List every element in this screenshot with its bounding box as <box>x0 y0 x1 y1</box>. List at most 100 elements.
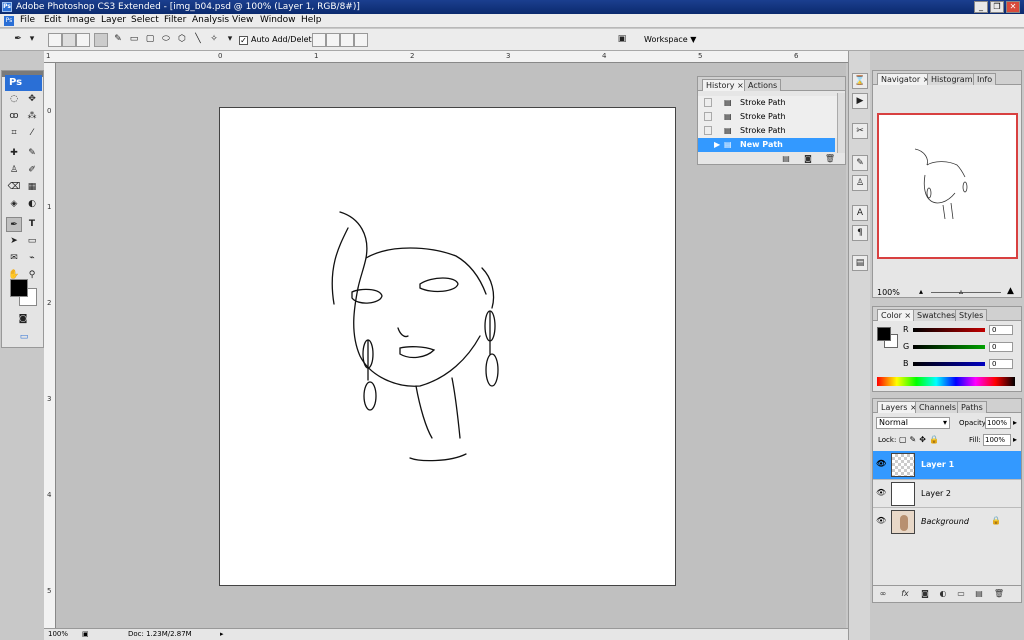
move-icon[interactable]: ✥ <box>24 92 40 107</box>
menu-filter[interactable]: Filter <box>164 15 186 25</box>
document-canvas[interactable] <box>219 107 676 586</box>
new-layer-icon[interactable]: ▤ <box>973 589 985 599</box>
blue-slider[interactable] <box>913 362 985 366</box>
snapshot-icon[interactable]: ◙ <box>802 154 814 164</box>
freeform-pen-icon[interactable]: ✎ <box>112 34 124 45</box>
navigator-zoom[interactable]: 100% <box>877 288 900 297</box>
tab-paths[interactable]: Paths <box>957 401 987 413</box>
tab-info[interactable]: Info <box>973 73 997 85</box>
history-source-box[interactable] <box>704 98 712 107</box>
status-menu-icon[interactable]: ▸ <box>220 629 224 640</box>
paragraph-icon[interactable]: ¶ <box>852 225 868 241</box>
history-item[interactable]: ▤ Stroke Path <box>698 124 845 138</box>
gradient-icon[interactable]: ▦ <box>24 180 40 195</box>
blend-mode-select[interactable]: Normal ▾ <box>876 417 950 429</box>
tab-history[interactable]: History × <box>702 79 748 91</box>
zoom-slider-thumb[interactable]: ▵ <box>959 287 963 296</box>
tab-color[interactable]: Color × <box>877 309 916 321</box>
blue-value[interactable]: 0 <box>989 359 1013 369</box>
tab-actions[interactable]: Actions <box>744 79 782 91</box>
layer-row[interactable]: 👁 Background 🔒 <box>873 507 1021 535</box>
menu-help[interactable]: Help <box>301 15 322 25</box>
trash-icon[interactable]: 🗑 <box>824 154 836 164</box>
history-brush-icon[interactable]: ✐ <box>24 163 40 178</box>
history-source-box[interactable] <box>704 112 712 121</box>
tab-styles[interactable]: Styles <box>955 309 988 321</box>
zoom-out-icon[interactable]: ▴ <box>919 287 923 296</box>
visibility-eye-icon[interactable]: 👁 <box>876 516 886 525</box>
tab-swatches[interactable]: Swatches <box>913 309 960 321</box>
paths-mode-button[interactable] <box>62 33 76 47</box>
delete-layer-icon[interactable]: 🗑 <box>993 589 1005 599</box>
tool-presets-icon[interactable]: ✂ <box>852 123 868 139</box>
clone-stamp-icon[interactable]: ♙ <box>6 163 22 178</box>
zoom-level[interactable]: 100% <box>48 629 68 640</box>
lasso-icon[interactable]: ꝏ <box>6 109 22 124</box>
layer-name[interactable]: Layer 2 <box>921 489 951 498</box>
clone-source-icon[interactable]: ♙ <box>852 175 868 191</box>
crop-icon[interactable]: ⌗ <box>6 126 22 141</box>
auto-add-delete-checkbox[interactable]: ✓ <box>239 36 248 45</box>
exclude-path-button[interactable] <box>354 33 368 47</box>
pen-tool-icon[interactable]: ✒ <box>12 34 24 45</box>
layer-mask-icon[interactable]: ◙ <box>919 589 931 599</box>
layer-comps-icon[interactable]: ▤ <box>852 255 868 271</box>
rectangle-icon[interactable]: ▭ <box>128 34 140 45</box>
new-document-icon[interactable]: ▤ <box>780 154 792 164</box>
tab-navigator[interactable]: Navigator × <box>877 73 934 85</box>
restore-button[interactable]: ❐ <box>990 1 1004 13</box>
custom-shape-icon[interactable]: ✧ <box>208 34 220 45</box>
line-icon[interactable]: ╲ <box>192 34 204 45</box>
history-item-selected[interactable]: ▶ ▤ New Path <box>698 138 835 152</box>
color-spectrum-bar[interactable] <box>877 377 1015 386</box>
zoom-slider[interactable] <box>931 292 1001 293</box>
quick-mask-icon[interactable]: ◙ <box>15 312 31 327</box>
adjustment-layer-icon[interactable]: ◐ <box>937 589 949 599</box>
history-item[interactable]: ▤ Stroke Path <box>698 110 845 124</box>
red-value[interactable]: 0 <box>989 325 1013 335</box>
red-slider[interactable] <box>913 328 985 332</box>
layer-style-icon[interactable]: fx <box>899 589 911 599</box>
shape-layers-button[interactable] <box>48 33 62 47</box>
type-icon[interactable]: T <box>24 217 40 232</box>
tab-channels[interactable]: Channels <box>915 401 961 413</box>
menu-window[interactable]: Window <box>260 15 296 25</box>
layer-row-selected[interactable]: 👁 Layer 1 <box>873 451 1021 479</box>
minimize-button[interactable]: _ <box>974 1 988 13</box>
new-group-icon[interactable]: ▭ <box>955 589 967 599</box>
eraser-icon[interactable]: ⌫ <box>6 180 22 195</box>
history-panel-icon[interactable]: ⌛ <box>852 73 868 89</box>
layer-name[interactable]: Layer 1 <box>921 460 954 469</box>
visibility-eye-icon[interactable]: 👁 <box>876 488 886 497</box>
close-button[interactable]: ✕ <box>1006 1 1020 13</box>
slice-icon[interactable]: ⁄ <box>24 126 40 141</box>
menu-select[interactable]: Select <box>131 15 159 25</box>
brushes-icon[interactable]: ✎ <box>852 155 868 171</box>
screen-mode-icon[interactable]: ▭ <box>13 330 35 345</box>
menu-layer[interactable]: Layer <box>101 15 126 25</box>
menu-analysis[interactable]: Analysis <box>192 15 229 25</box>
history-item[interactable]: ▤ Stroke Path <box>698 96 845 110</box>
geometry-options-icon[interactable]: ▾ <box>224 34 236 45</box>
shape-icon[interactable]: ▭ <box>24 234 40 249</box>
rounded-rectangle-icon[interactable]: ▢ <box>144 34 156 45</box>
polygon-icon[interactable]: ⬡ <box>176 34 188 45</box>
actions-panel-icon[interactable]: ▶ <box>852 93 868 109</box>
fill-field[interactable]: 100% <box>983 434 1011 446</box>
menu-view[interactable]: View <box>232 15 253 25</box>
history-scrollbar[interactable] <box>837 93 845 153</box>
ellipse-icon[interactable]: ⬭ <box>160 34 172 45</box>
link-layers-icon[interactable]: ∞ <box>877 589 889 599</box>
lock-options-icon[interactable]: ▢✎✥🔒 <box>899 435 942 444</box>
path-selection-icon[interactable]: ➤ <box>6 234 22 249</box>
dodge-icon[interactable]: ◐ <box>24 197 40 212</box>
layer-row[interactable]: 👁 Layer 2 <box>873 479 1021 507</box>
bridge-icon[interactable]: ▣ <box>614 34 630 45</box>
subtract-path-button[interactable] <box>326 33 340 47</box>
intersect-path-button[interactable] <box>340 33 354 47</box>
marquee-icon[interactable]: ◌ <box>6 92 22 107</box>
fill-pixels-button[interactable] <box>76 33 90 47</box>
brush-icon[interactable]: ✎ <box>24 146 40 161</box>
history-source-box[interactable] <box>704 126 712 135</box>
blur-icon[interactable]: ◈ <box>6 197 22 212</box>
